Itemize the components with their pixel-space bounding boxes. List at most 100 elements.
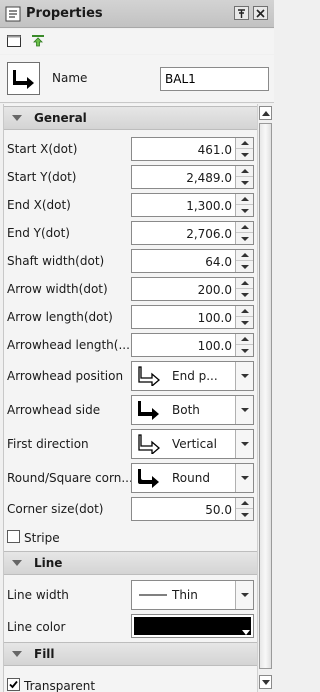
start-x-value[interactable]: 461.0 [198, 143, 232, 157]
dropdown-arrow-icon[interactable] [235, 581, 253, 609]
arrow-width-spinner[interactable]: 200.0 [131, 277, 254, 301]
row-start-x: Start X(dot) 461.0 [4, 136, 257, 162]
pin-button[interactable] [234, 6, 249, 20]
start-y-value[interactable]: 2,489.0 [186, 171, 232, 185]
section-fill[interactable]: Fill [4, 642, 257, 666]
pin-icon [238, 8, 245, 18]
first-direction-label: First direction [7, 437, 89, 451]
end-x-value[interactable]: 1,300.0 [186, 199, 232, 213]
new-window-button[interactable] [6, 33, 24, 49]
spin-up-icon[interactable] [236, 278, 253, 289]
round-square-corner-dropdown[interactable]: Round [131, 463, 254, 493]
section-general-label: General [34, 111, 87, 125]
upload-button[interactable] [30, 33, 48, 49]
arrow-both-side-icon [138, 400, 160, 420]
section-fill-label: Fill [34, 647, 55, 661]
spin-up-icon[interactable] [236, 166, 253, 177]
panel-title: Properties [26, 6, 103, 21]
arrowhead-side-dropdown[interactable]: Both [131, 395, 254, 425]
start-x-spinner[interactable]: 461.0 [131, 137, 254, 161]
spin-up-icon[interactable] [236, 334, 253, 345]
row-transparent: Transparent [4, 670, 257, 692]
property-grid: General Start X(dot) 461.0 Start Y(dot) … [3, 104, 257, 692]
end-y-value[interactable]: 2,706.0 [186, 227, 232, 241]
chevron-down-icon [261, 679, 270, 685]
checkmark-icon [9, 680, 18, 689]
end-y-spinner[interactable]: 2,706.0 [131, 221, 254, 245]
dropdown-arrow-icon[interactable] [235, 362, 253, 390]
arrow-length-value[interactable]: 100.0 [198, 311, 232, 325]
spin-down-icon[interactable] [236, 345, 253, 356]
corner-size-label: Corner size(dot) [7, 502, 104, 516]
collapse-triangle-icon [12, 560, 22, 566]
dropdown-arrow-icon[interactable] [235, 464, 253, 492]
row-start-y: Start Y(dot) 2,489.0 [4, 164, 257, 190]
object-type-button[interactable] [7, 62, 40, 95]
scroll-up-button[interactable] [259, 106, 272, 120]
arrowhead-position-label: Arrowhead position [7, 369, 124, 383]
scrollbar-thumb[interactable] [259, 123, 272, 669]
row-round-square-corner: Round/Square corn... Round [4, 462, 257, 494]
shaft-width-spinner[interactable]: 64.0 [131, 249, 254, 273]
spin-down-icon[interactable] [236, 289, 253, 300]
transparent-checkbox[interactable] [7, 678, 20, 691]
spin-down-icon[interactable] [236, 233, 253, 244]
arrowhead-length-value[interactable]: 100.0 [198, 339, 232, 353]
spin-down-icon[interactable] [236, 177, 253, 188]
collapse-triangle-icon [12, 651, 22, 657]
thin-line-icon [138, 585, 168, 605]
name-input[interactable] [160, 67, 269, 91]
line-color-picker[interactable] [131, 614, 254, 638]
row-end-x: End X(dot) 1,300.0 [4, 192, 257, 218]
arrow-end-position-icon [138, 366, 160, 388]
line-color-label: Line color [7, 620, 66, 634]
spin-up-icon[interactable] [236, 306, 253, 317]
first-direction-value: Vertical [172, 437, 217, 451]
shaft-width-value[interactable]: 64.0 [205, 255, 232, 269]
spin-up-icon[interactable] [236, 250, 253, 261]
dropdown-arrow-icon[interactable] [235, 430, 253, 458]
vertical-scrollbar[interactable] [257, 104, 272, 692]
spin-up-icon[interactable] [236, 498, 253, 509]
spin-up-icon[interactable] [236, 194, 253, 205]
arrow-length-spinner[interactable]: 100.0 [131, 305, 254, 329]
spin-up-icon[interactable] [236, 222, 253, 233]
spin-down-icon[interactable] [236, 509, 253, 520]
arrow-width-label: Arrow width(dot) [7, 282, 108, 296]
new-window-icon [7, 35, 21, 47]
section-line[interactable]: Line [4, 551, 257, 575]
dropdown-arrow-icon[interactable] [235, 396, 253, 424]
row-line-width: Line width Thin [4, 579, 257, 611]
corner-size-spinner[interactable]: 50.0 [131, 497, 254, 521]
vertical-direction-icon [138, 434, 160, 456]
arrowhead-length-spinner[interactable]: 100.0 [131, 333, 254, 357]
end-x-spinner[interactable]: 1,300.0 [131, 193, 254, 217]
collapse-triangle-icon [12, 115, 22, 121]
row-arrowhead-length: Arrowhead length(... 100.0 [4, 332, 257, 358]
start-y-spinner[interactable]: 2,489.0 [131, 165, 254, 189]
section-line-label: Line [34, 556, 63, 570]
first-direction-dropdown[interactable]: Vertical [131, 429, 254, 459]
chevron-up-icon [261, 110, 270, 116]
row-arrow-width: Arrow width(dot) 200.0 [4, 276, 257, 302]
line-width-label: Line width [7, 588, 69, 602]
line-width-dropdown[interactable]: Thin [131, 580, 254, 610]
scroll-down-button[interactable] [259, 675, 272, 689]
spin-up-icon[interactable] [236, 138, 253, 149]
spin-down-icon[interactable] [236, 149, 253, 160]
row-shaft-width: Shaft width(dot) 64.0 [4, 248, 257, 274]
arrowhead-position-dropdown[interactable]: End p... [131, 361, 254, 391]
start-x-label: Start X(dot) [7, 142, 78, 156]
row-line-color: Line color [4, 613, 257, 641]
corner-size-value[interactable]: 50.0 [205, 503, 232, 517]
spin-down-icon[interactable] [236, 261, 253, 272]
section-general[interactable]: General [4, 106, 257, 130]
close-button[interactable] [253, 6, 268, 20]
arrow-width-value[interactable]: 200.0 [198, 283, 232, 297]
spin-down-icon[interactable] [236, 317, 253, 328]
start-y-label: Start Y(dot) [7, 170, 77, 184]
arrow-length-label: Arrow length(dot) [7, 310, 113, 324]
spin-down-icon[interactable] [236, 205, 253, 216]
stripe-checkbox[interactable] [7, 530, 20, 543]
row-stripe: Stripe [4, 526, 257, 550]
